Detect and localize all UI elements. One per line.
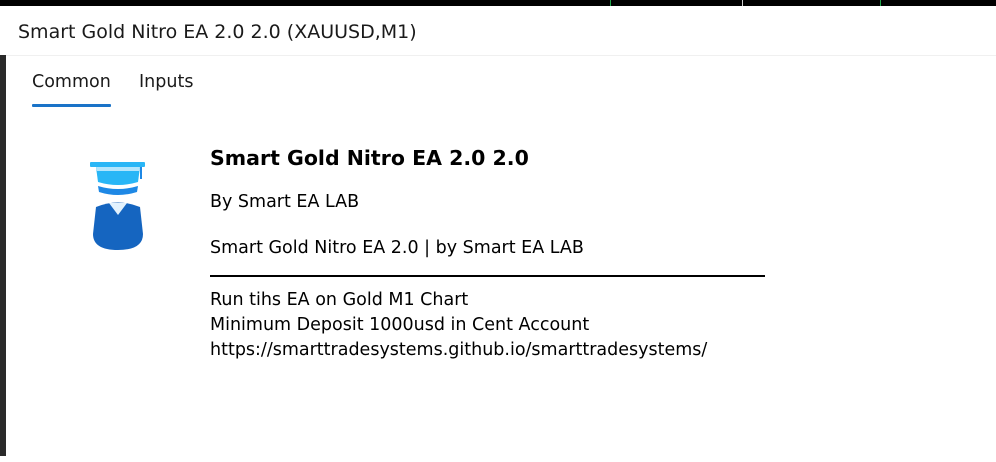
description-divider xyxy=(210,275,765,277)
note-line: Minimum Deposit 1000usd in Cent Account xyxy=(210,315,590,335)
title-bar[interactable]: Smart Gold Nitro EA 2.0 2.0 (XAUUSD,M1) xyxy=(0,6,996,61)
note-line: https://smarttradesystems.github.io/smar… xyxy=(210,340,708,360)
active-tab-indicator xyxy=(32,104,111,107)
expert-notes: Run tihs EA on Gold M1 Chart Minimum Dep… xyxy=(210,288,707,363)
tab-common-label: Common xyxy=(32,72,111,92)
expert-advisor-icon xyxy=(84,162,152,252)
expert-description: Smart Gold Nitro EA 2.0 | by Smart EA LA… xyxy=(210,238,584,258)
expert-name: Smart Gold Nitro EA 2.0 2.0 xyxy=(210,146,529,170)
tab-inputs[interactable]: Inputs xyxy=(139,72,193,92)
window-title: Smart Gold Nitro EA 2.0 2.0 (XAUUSD,M1) xyxy=(18,21,417,43)
dialog-content: Common Inputs Smart Gold Nitro EA 2.0 2.… xyxy=(6,55,996,457)
expert-author: By Smart EA LAB xyxy=(210,192,360,212)
tab-inputs-label: Inputs xyxy=(139,72,194,92)
note-line: Run tihs EA on Gold M1 Chart xyxy=(210,290,469,310)
tab-common[interactable]: Common xyxy=(32,72,111,107)
